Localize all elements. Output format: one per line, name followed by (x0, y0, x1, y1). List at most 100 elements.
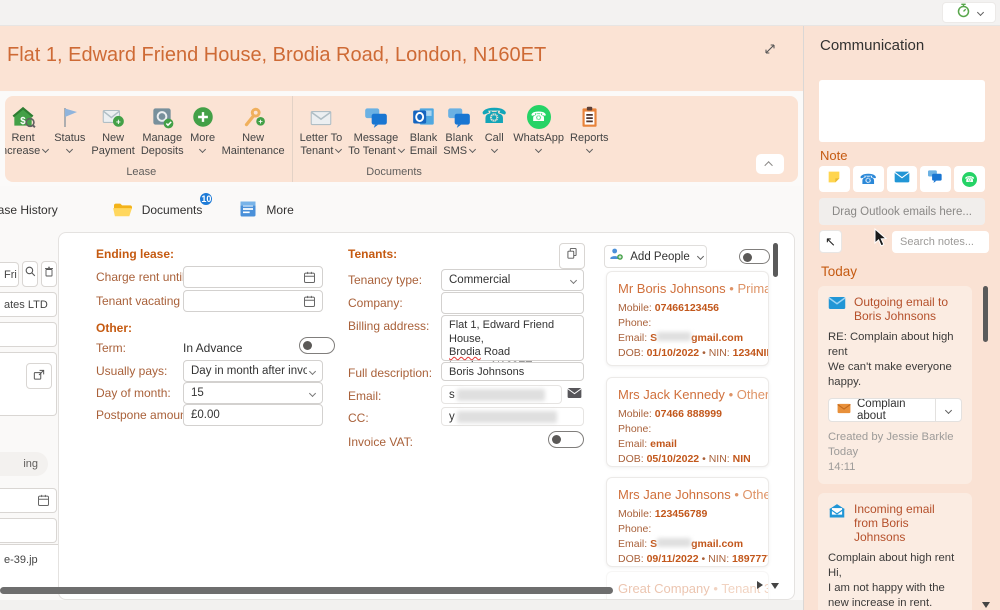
timer-button[interactable] (942, 2, 996, 23)
scrollbar-thumb[interactable] (983, 286, 988, 342)
add-people-button[interactable]: Add People (604, 245, 707, 268)
category-dropdown-chevron[interactable] (935, 399, 961, 421)
charge-rent-label: Charge rent until: (96, 270, 188, 284)
ribbon-item-blank-sms[interactable]: BlankSMS (440, 102, 478, 166)
email-input[interactable]: s (441, 385, 562, 404)
clipped-date-field[interactable]: Fri (0, 262, 19, 287)
clipped-date-field-2[interactable] (0, 488, 57, 513)
tab-more[interactable]: More (238, 199, 293, 222)
tenant-card[interactable]: Mrs Jack Kennedy • Other Mobile: 07466 8… (606, 377, 769, 467)
ribbon-item-whatsapp[interactable]: ☎ WhatsApp (510, 102, 567, 166)
ribbon-item-message-to-tenant[interactable]: MessageTo Tenant (345, 102, 407, 166)
outlook-drop-zone[interactable]: Drag Outlook emails here... (819, 198, 985, 225)
send-email-button[interactable] (564, 385, 584, 404)
documents-count-badge: 10 (198, 191, 214, 207)
company-input[interactable] (441, 292, 584, 314)
billing-address-textarea[interactable]: Flat 1, Edward Friend House, Brodia Road… (441, 315, 584, 361)
tab-documents[interactable]: Documents 10 (112, 200, 203, 221)
sticky-note-button[interactable] (819, 166, 850, 192)
clipped-panel (0, 352, 57, 416)
charge-rent-until-input[interactable] (183, 266, 323, 288)
chevron-down-icon (570, 277, 577, 284)
log-message-button[interactable] (920, 166, 951, 192)
property-header: Flat 1, Edward Friend House, Brodia Road… (0, 26, 803, 91)
ribbon-group-documents: Letter ToTenant MessageTo Tenant BlankEm… (293, 96, 616, 182)
call-phone-icon: ☎ (481, 102, 507, 132)
add-person-icon (608, 246, 624, 267)
tenant-card[interactable]: Great Company • Tenant 3 (606, 571, 769, 600)
sms-bubbles-icon (445, 102, 473, 132)
ribbon-collapse-button[interactable] (756, 154, 784, 174)
scroll-down-arrow-icon[interactable] (982, 602, 990, 608)
full-description-input[interactable]: Boris Johnsons (441, 362, 584, 381)
ribbon-group-caption-documents: Documents (293, 166, 616, 182)
ribbon-item-reports[interactable]: Reports (567, 102, 612, 166)
ribbon-item-new-payment[interactable]: + NewPayment (88, 102, 137, 166)
search-notes-input[interactable] (892, 231, 989, 253)
assign-note-button[interactable]: ↖ (819, 230, 842, 253)
chevron-up-icon (764, 161, 772, 169)
delete-button[interactable] (41, 261, 57, 287)
open-window-button[interactable] (26, 363, 52, 389)
log-whatsapp-button[interactable]: ☎ (954, 166, 985, 192)
communication-entry[interactable]: Incoming email from Boris Johnsons Compl… (818, 493, 972, 610)
calendar-icon (302, 270, 317, 288)
people-filter-toggle[interactable] (739, 249, 770, 264)
log-email-button[interactable] (887, 166, 918, 192)
expand-button[interactable] (759, 40, 781, 62)
invoice-vat-toggle[interactable] (548, 431, 584, 448)
tenancy-type-select[interactable]: Commercial (441, 269, 584, 291)
ribbon-item-status[interactable]: Status (51, 102, 88, 166)
sidebar-scrollbar[interactable] (982, 284, 989, 610)
cc-input[interactable]: y (441, 407, 584, 426)
log-call-button[interactable]: ☎ (853, 166, 884, 192)
new-note-textarea[interactable] (819, 80, 985, 142)
ribbon-panel: $ RentIncrease Status + NewPayment (5, 96, 798, 182)
horizontal-scrollbar-thumb[interactable] (0, 587, 613, 594)
ribbon-item-manage-deposits[interactable]: ManageDeposits (138, 102, 187, 166)
term-toggle[interactable] (299, 337, 335, 354)
plus-circle-icon (190, 102, 216, 132)
tenant-card[interactable]: Mr Boris Johnsons • Primary T Mobile: 07… (606, 271, 769, 366)
category-split-button[interactable]: Complain about (828, 398, 962, 422)
ribbon-item-blank-email[interactable]: BlankEmail (407, 102, 441, 166)
day-of-month-select[interactable]: 15 (183, 382, 323, 404)
communication-sidebar: Communication Note ☎ ☎ Drag Outlook emai… (803, 26, 1000, 610)
scroll-down-arrow-icon[interactable] (771, 583, 779, 589)
clipped-empty-field[interactable] (0, 322, 57, 347)
envelope-icon (567, 386, 582, 404)
calendar-icon (302, 294, 317, 312)
communication-entry[interactable]: Outgoing email to Boris Johnsons RE: Com… (818, 286, 972, 484)
ribbon-item-rent-increase[interactable]: $ RentIncrease (5, 102, 51, 166)
maintenance-icon: + (240, 102, 266, 132)
page-title: Flat 1, Edward Friend House, Brodia Road… (7, 44, 546, 67)
clipped-company-field[interactable]: ates LTD (0, 292, 57, 317)
ribbon-item-more-lease[interactable]: More (187, 102, 219, 166)
incoming-email-icon (828, 503, 846, 544)
ribbon-item-new-maintenance[interactable]: + NewMaintenance (219, 102, 288, 166)
scrollbar-thumb[interactable] (773, 243, 778, 277)
rent-increase-icon: $ (10, 102, 36, 132)
ribbon: $ RentIncrease Status + NewPayment (0, 92, 803, 186)
scroll-right-arrow-icon[interactable] (757, 581, 763, 589)
search-icon (24, 265, 37, 283)
full-description-label: Full description: (348, 366, 432, 380)
clipped-empty-field-2[interactable] (0, 518, 57, 543)
note-label: Note (820, 148, 847, 163)
usually-pays-select[interactable]: Day in month after invoice i... (183, 360, 323, 382)
tenant-card[interactable]: Mrs Jane Johnsons • Other Mobile: 123456… (606, 477, 769, 567)
expand-icon (762, 41, 778, 62)
misspelled-word: Brodia (449, 346, 481, 358)
vacating-date-input[interactable] (183, 290, 323, 312)
search-button[interactable] (22, 261, 38, 287)
copy-button[interactable] (559, 243, 585, 269)
today-heading: Today (821, 264, 857, 279)
tab-lease-history[interactable]: ease History (0, 203, 58, 217)
ribbon-item-letter-to-tenant[interactable]: Letter ToTenant (297, 102, 346, 166)
tenant-list-scrollbar[interactable] (771, 239, 779, 591)
postpone-amount-input[interactable]: £0.00 (183, 404, 323, 426)
company-label: Company: (348, 296, 403, 310)
chat-bubbles-icon (927, 169, 944, 189)
ribbon-item-call[interactable]: ☎ Call (478, 102, 510, 166)
ribbon-group-lease: $ RentIncrease Status + NewPayment (5, 96, 293, 182)
